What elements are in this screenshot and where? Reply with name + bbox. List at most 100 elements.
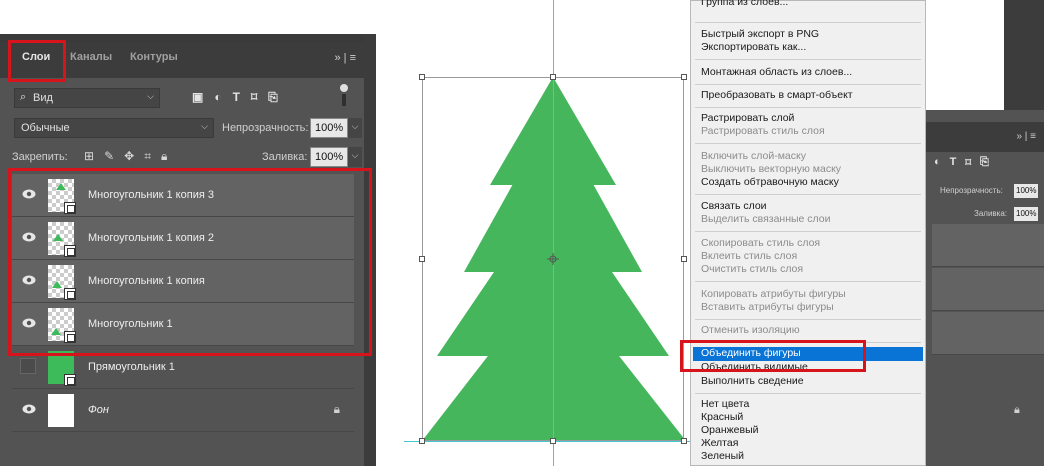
layer-row[interactable] <box>932 312 1044 355</box>
menu-item[interactable]: Выполнить сведение <box>701 375 804 387</box>
lock-all-icon[interactable]: 🔒︎ <box>161 149 167 164</box>
transform-handle[interactable] <box>550 74 556 80</box>
menu-item[interactable]: Группа из слоев... <box>701 0 788 8</box>
menu-item[interactable]: Включить слой-маску <box>701 150 806 162</box>
opacity-input[interactable]: 100% <box>1014 184 1038 198</box>
filter-icons: ◐ T ⌑ ⎘ <box>934 156 989 169</box>
layer-row[interactable]: Фон 🔒︎ <box>12 389 354 432</box>
menu-separator <box>695 393 921 394</box>
canvas-area: » | ≡ ◐ T ⌑ ⎘ Непрозрачность: 100% Залив… <box>404 0 1044 466</box>
fill-dropdown[interactable]: ⌵ <box>348 147 362 167</box>
fill-input[interactable]: 100% <box>310 147 348 167</box>
lock-icons: ⊞ ✎ ✥ ⌗ 🔒︎ <box>84 149 167 164</box>
type-filter-icon[interactable]: T <box>950 156 957 169</box>
layer-name[interactable]: Прямоугольник 1 <box>88 361 175 373</box>
menu-item[interactable]: Преобразовать в смарт-объект <box>701 89 853 101</box>
transform-handle[interactable] <box>419 438 425 444</box>
menu-separator <box>695 231 921 232</box>
menu-separator <box>695 84 921 85</box>
lock-image-icon[interactable]: ✎ <box>104 149 114 164</box>
highlight-tab-layers <box>8 40 66 82</box>
menu-item[interactable]: Экспортировать как... <box>701 41 806 53</box>
menu-item[interactable]: Зеленый <box>701 450 744 462</box>
transform-handle[interactable] <box>681 438 687 444</box>
menu-item[interactable]: Связать слои <box>701 200 767 212</box>
filter-icons: ▣ ◐ T ⌑ ⎘ <box>192 90 278 105</box>
menu-item[interactable]: Отменить изоляцию <box>701 324 800 336</box>
shape-filter-icon[interactable]: ⌑ <box>251 90 257 105</box>
lock-icon: 🔒︎ <box>333 402 340 416</box>
menu-item[interactable]: Создать обтравочную маску <box>701 176 839 188</box>
menu-item[interactable]: Красный <box>701 411 743 423</box>
transform-handle[interactable] <box>419 74 425 80</box>
menu-separator <box>695 319 921 320</box>
menu-item[interactable]: Быстрый экспорт в PNG <box>701 28 819 40</box>
transform-handle[interactable] <box>419 256 425 262</box>
menu-item[interactable]: Копировать атрибуты фигуры <box>701 288 846 300</box>
layer-name[interactable]: Фон <box>88 404 109 416</box>
context-menu: Группа из слоев... Быстрый экспорт в PNG… <box>690 0 926 466</box>
menu-item[interactable]: Выделить связанные слои <box>701 213 831 225</box>
menu-separator <box>695 281 921 282</box>
transform-handle[interactable] <box>681 256 687 262</box>
menu-item[interactable]: Выключить векторную маску <box>701 163 841 175</box>
adjustment-filter-icon[interactable]: ◐ <box>214 90 221 105</box>
menu-separator <box>695 143 921 144</box>
shape-filter-icon[interactable]: ⌑ <box>965 156 971 169</box>
menu-item[interactable]: Скопировать стиль слоя <box>701 237 820 249</box>
lock-transparent-icon[interactable]: ⊞ <box>84 149 94 164</box>
highlight-polygon-layers <box>8 168 372 356</box>
menu-item[interactable]: Растрировать стиль слоя <box>701 125 825 137</box>
center-point-icon <box>547 253 559 265</box>
smart-object-filter-icon[interactable]: ⎘ <box>268 90 278 105</box>
tab-paths[interactable]: Контуры <box>130 51 178 63</box>
adjustment-filter-icon[interactable]: ◐ <box>934 156 941 169</box>
fill-input[interactable]: 100% <box>1014 207 1038 221</box>
layer-filter-select[interactable]: ⌕ Вид ⌵ <box>14 88 160 108</box>
opacity-label: Непрозрачность: <box>222 122 309 134</box>
transform-handle[interactable] <box>681 74 687 80</box>
lock-position-icon[interactable]: ✥ <box>124 149 134 164</box>
highlight-merge-shapes <box>680 340 866 372</box>
menu-separator <box>695 22 921 23</box>
smart-object-filter-icon[interactable]: ⎘ <box>980 156 989 169</box>
panel-menu-button[interactable]: » | ≡ <box>918 122 1044 152</box>
layer-row[interactable] <box>932 356 1044 399</box>
transform-handle[interactable] <box>550 438 556 444</box>
image-filter-icon[interactable]: ▣ <box>192 90 203 105</box>
menu-separator <box>695 107 921 108</box>
menu-item[interactable]: Нет цвета <box>701 398 749 410</box>
layer-row[interactable] <box>932 268 1044 311</box>
chevron-down-icon: ⌵ <box>201 121 208 131</box>
fill-label: Заливка: <box>262 151 308 163</box>
layer-row[interactable] <box>932 224 1044 267</box>
menu-item[interactable]: Вставить атрибуты фигуры <box>701 301 834 313</box>
visibility-toggle[interactable] <box>20 358 36 374</box>
search-icon: ⌕ <box>20 91 27 103</box>
panel-top-strip <box>0 0 376 42</box>
opacity-dropdown[interactable]: ⌵ <box>348 118 362 138</box>
menu-item[interactable]: Монтажная область из слоев... <box>701 66 852 78</box>
guide-line-horizontal <box>404 441 694 442</box>
panel-menu-button[interactable]: » | ≡ <box>334 52 356 64</box>
lock-artboard-icon[interactable]: ⌗ <box>144 149 151 164</box>
chevron-down-icon: ⌵ <box>147 91 154 101</box>
blend-mode-value: Обычные <box>21 122 70 134</box>
layers-panel: Слои Каналы Контуры » | ≡ ⌕ Вид ⌵ ▣ ◐ T … <box>0 0 376 466</box>
blend-mode-select[interactable]: Обычные ⌵ <box>14 118 214 138</box>
fill-label: Заливка: <box>974 209 1008 218</box>
menu-item[interactable]: Оранжевый <box>701 424 759 436</box>
menu-item[interactable]: Вклеить стиль слоя <box>701 250 797 262</box>
opacity-label: Непрозрачность: <box>940 186 1003 195</box>
menu-item[interactable]: Очистить стиль слоя <box>701 263 803 275</box>
background-layers-panel: » | ≡ ◐ T ⌑ ⎘ Непрозрачность: 100% Залив… <box>918 0 1044 466</box>
eye-icon[interactable] <box>22 404 36 414</box>
type-filter-icon[interactable]: T <box>233 90 240 105</box>
menu-item[interactable]: Растрировать слой <box>701 112 794 124</box>
menu-item[interactable]: Желтая <box>701 437 738 449</box>
filter-toggle[interactable] <box>340 84 348 108</box>
opacity-input[interactable]: 100% <box>310 118 348 138</box>
layer-thumbnail <box>48 394 74 427</box>
tab-channels[interactable]: Каналы <box>70 51 112 63</box>
menu-separator <box>695 194 921 195</box>
